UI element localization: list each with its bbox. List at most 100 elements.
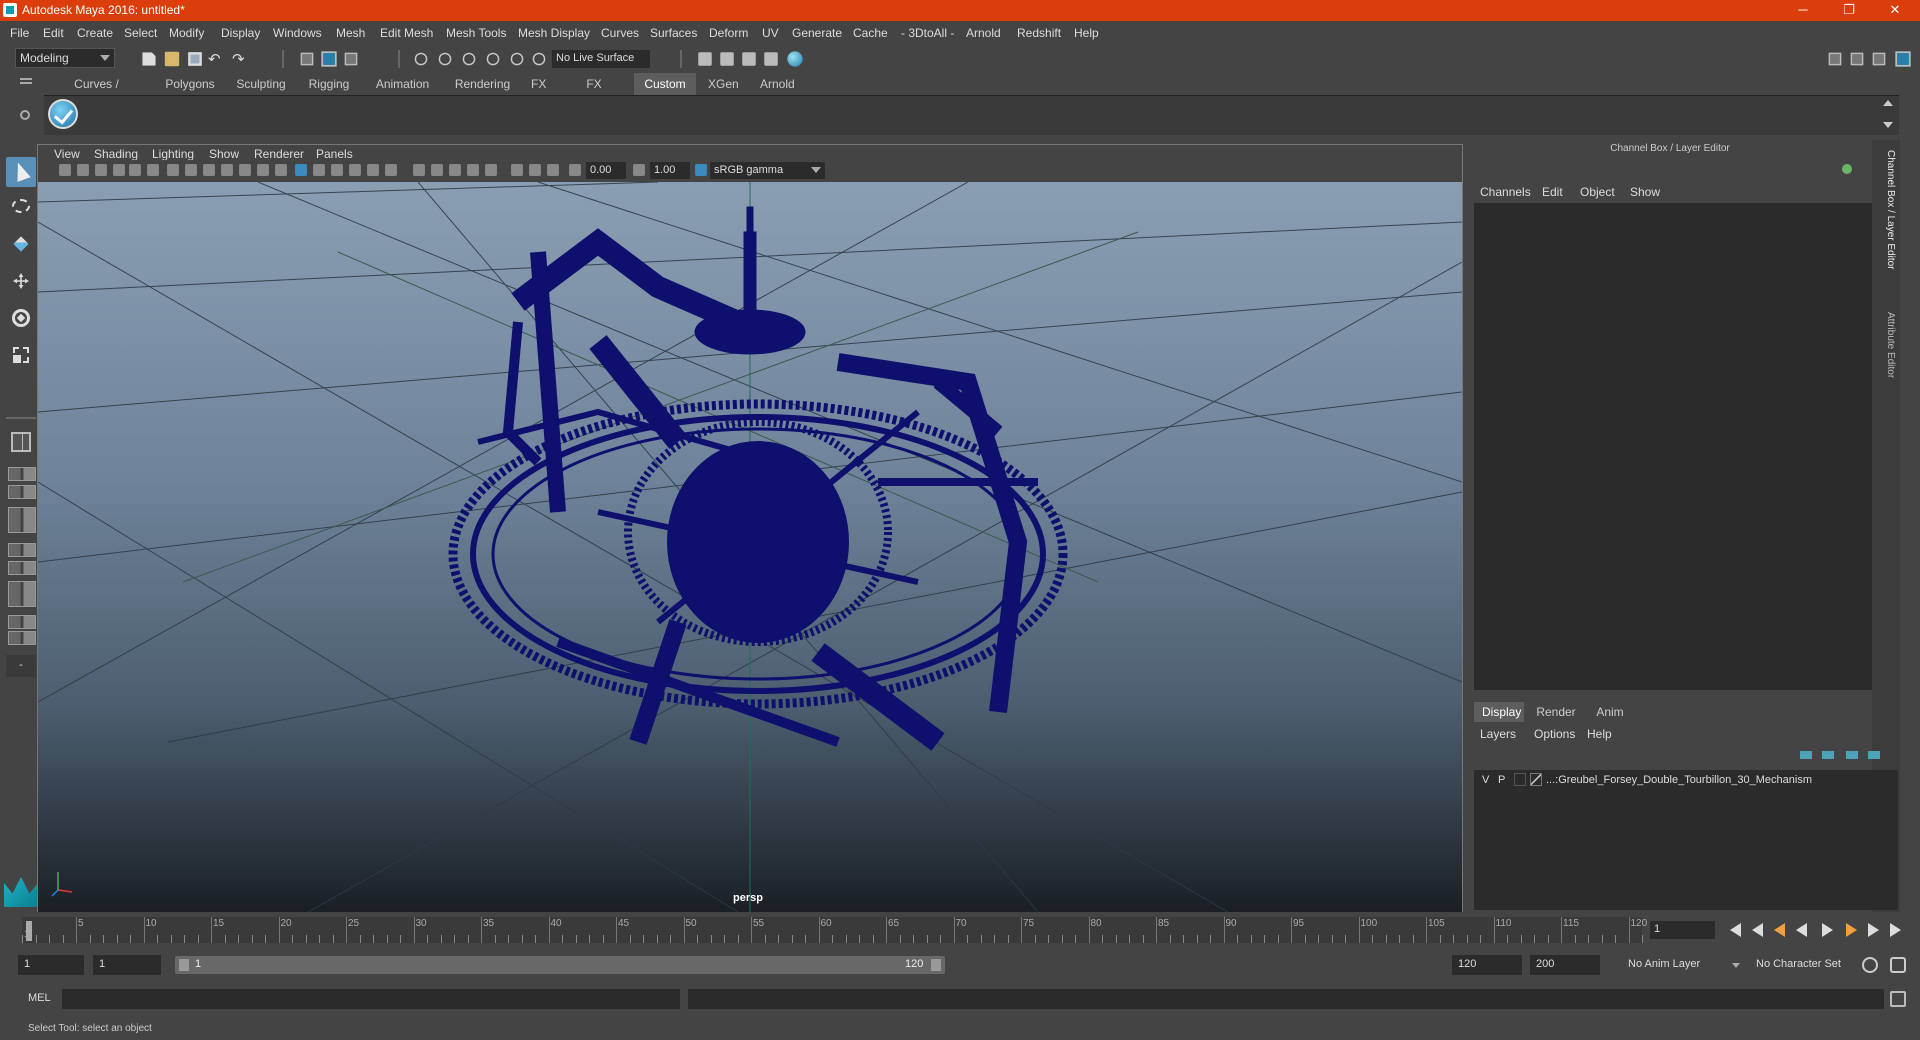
- toggle-channel-box-icon[interactable]: [1895, 51, 1911, 67]
- select-hierarchy-icon[interactable]: [300, 52, 314, 66]
- go-to-end-icon[interactable]: [1890, 923, 1904, 937]
- channel-box-area[interactable]: [1474, 203, 1898, 690]
- tab-custom[interactable]: Custom: [634, 73, 696, 95]
- resolution-gate-icon[interactable]: [203, 164, 215, 176]
- tab-rigging[interactable]: Rigging: [298, 73, 360, 95]
- tab-rendering[interactable]: Rendering: [444, 73, 521, 95]
- tab-animation[interactable]: Animation: [365, 73, 440, 95]
- layer-color-swatch[interactable]: [1530, 773, 1542, 786]
- play-backwards-icon[interactable]: [1796, 923, 1810, 937]
- range-bar[interactable]: 1 120: [175, 956, 945, 974]
- lasso-tool[interactable]: [6, 193, 36, 223]
- go-to-start-icon[interactable]: [1730, 923, 1744, 937]
- script-editor-icon[interactable]: [1890, 991, 1906, 1007]
- menu-select[interactable]: Select: [124, 26, 157, 40]
- wireframe-icon[interactable]: [295, 164, 307, 176]
- panel-menu-lighting[interactable]: Lighting: [152, 147, 194, 161]
- snap-grid-icon[interactable]: [414, 52, 428, 66]
- cb-menu-show[interactable]: Show: [1630, 185, 1660, 199]
- tab-render[interactable]: Render: [1528, 702, 1584, 722]
- toggle-attribute-editor-icon[interactable]: [1850, 52, 1864, 66]
- gamma-icon[interactable]: [633, 164, 645, 176]
- snap-view-plane-icon[interactable]: [486, 52, 500, 66]
- tab-anim[interactable]: Anim: [1588, 702, 1632, 722]
- layer-menu-layers[interactable]: Layers: [1480, 727, 1516, 741]
- persp-outliner-layout-icon[interactable]: [8, 581, 36, 607]
- menu-uv[interactable]: UV: [762, 26, 779, 40]
- menu-edit-mesh[interactable]: Edit Mesh: [380, 26, 433, 40]
- x-ray-active-icon[interactable]: [529, 164, 541, 176]
- tab-arnold[interactable]: Arnold: [752, 73, 802, 95]
- animation-preferences-icon[interactable]: [1890, 957, 1906, 973]
- use-all-lights-icon[interactable]: [367, 164, 379, 176]
- move-tool[interactable]: [6, 266, 36, 296]
- uv-editor-layout-icon[interactable]: [8, 615, 36, 629]
- four-view-layout-icon[interactable]: [8, 467, 36, 481]
- menu-curves[interactable]: Curves: [601, 26, 639, 40]
- step-forward-key-icon[interactable]: [1846, 923, 1860, 937]
- menu-mesh[interactable]: Mesh: [336, 26, 365, 40]
- tab-curves-surfaces[interactable]: Curves / Surfaces: [44, 73, 149, 113]
- move-layer-down-icon[interactable]: [1822, 751, 1834, 759]
- single-perspective-layout[interactable]: [6, 427, 36, 457]
- hypershade-icon[interactable]: [787, 51, 803, 67]
- minimize-button[interactable]: ─: [1780, 0, 1826, 21]
- film-gate-icon[interactable]: [185, 164, 197, 176]
- time-slider-track[interactable]: 1510152025303540455055606570758085909510…: [22, 917, 1647, 943]
- layer-name[interactable]: ...:Greubel_Forsey_Double_Tourbillon_30_…: [1546, 774, 1812, 786]
- restore-button[interactable]: ❐: [1826, 0, 1872, 21]
- open-scene-icon[interactable]: [164, 51, 180, 67]
- undo-icon[interactable]: ↶: [208, 50, 226, 68]
- step-back-frame-icon[interactable]: [1752, 923, 1766, 937]
- playback-start-field[interactable]: 1: [93, 955, 161, 975]
- range-end-handle[interactable]: [931, 959, 941, 971]
- step-back-key-icon[interactable]: [1774, 923, 1788, 937]
- tab-polygons[interactable]: Polygons: [155, 73, 225, 95]
- grid-toggle-icon[interactable]: [167, 164, 179, 176]
- menu-3dtoall[interactable]: - 3DtoAll -: [901, 26, 954, 40]
- snap-surface-icon[interactable]: [510, 52, 524, 66]
- create-layer-from-selected-icon[interactable]: [1868, 751, 1880, 759]
- layer-type-toggle[interactable]: [1514, 773, 1526, 786]
- layer-menu-options[interactable]: Options: [1534, 727, 1575, 741]
- save-scene-icon[interactable]: [188, 52, 202, 66]
- outliner-layout-icon[interactable]: [8, 507, 36, 533]
- character-set-dropdown[interactable]: No Character Set: [1750, 955, 1862, 975]
- custom-layout-button[interactable]: -: [6, 655, 36, 677]
- tab-display[interactable]: Display: [1474, 702, 1524, 722]
- graph-editor-layout-icon[interactable]: [8, 543, 36, 557]
- menu-set-dropdown[interactable]: Modeling: [15, 48, 115, 68]
- side-tab-channel-box[interactable]: Channel Box / Layer Editor: [1878, 150, 1896, 270]
- command-input[interactable]: [62, 989, 680, 1009]
- shelf-scroll-up-icon[interactable]: [1883, 100, 1893, 106]
- layer-menu-help[interactable]: Help: [1587, 727, 1612, 741]
- scene-end-field[interactable]: 200: [1530, 955, 1600, 975]
- view-transform-dropdown[interactable]: sRGB gamma: [710, 162, 825, 179]
- menu-deform[interactable]: Deform: [709, 26, 748, 40]
- paint-select-tool[interactable]: [6, 229, 36, 259]
- side-tab-attribute-editor[interactable]: Attribute Editor: [1878, 312, 1896, 378]
- shadows-icon[interactable]: [385, 164, 397, 176]
- gamma-field[interactable]: 1.00: [650, 162, 690, 179]
- shelf-settings-icon[interactable]: [20, 110, 30, 120]
- cb-menu-object[interactable]: Object: [1580, 185, 1615, 199]
- exposure-field[interactable]: 0.00: [586, 162, 626, 179]
- current-frame-field[interactable]: 1: [1650, 921, 1715, 939]
- depth-of-field-icon[interactable]: [467, 164, 479, 176]
- image-plane-icon[interactable]: [113, 164, 125, 176]
- render-frame-icon[interactable]: [720, 52, 734, 66]
- auto-key-icon[interactable]: [1862, 957, 1878, 973]
- scene-start-field[interactable]: 1: [18, 955, 84, 975]
- hypershade-layout-icon[interactable]: [8, 561, 36, 575]
- menu-cache[interactable]: Cache: [853, 26, 888, 40]
- menu-display[interactable]: Display: [221, 26, 260, 40]
- current-time-indicator[interactable]: [26, 921, 32, 941]
- camera-select-icon[interactable]: [59, 164, 71, 176]
- snap-point-icon[interactable]: [462, 52, 476, 66]
- tab-fx[interactable]: FX: [523, 73, 546, 95]
- tab-fx-caching[interactable]: FX Caching: [558, 73, 630, 113]
- live-snap-icon[interactable]: [532, 52, 546, 66]
- exposure-icon[interactable]: [569, 164, 581, 176]
- select-object-icon[interactable]: [321, 51, 337, 67]
- isolate-select-icon[interactable]: [485, 164, 497, 176]
